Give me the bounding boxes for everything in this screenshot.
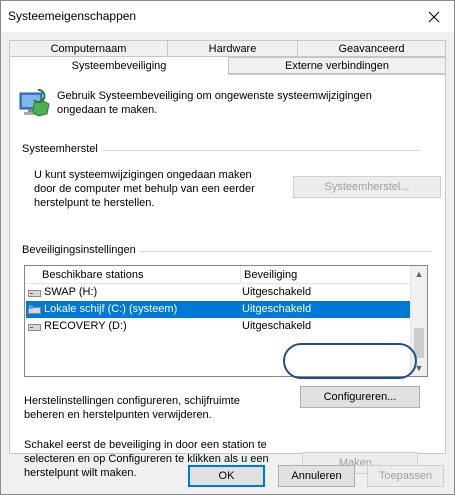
dialog-content: Computernaam Hardware Geavanceerd Extern… <box>1 32 454 494</box>
drive-icon <box>28 324 41 331</box>
configure-highlight-ring <box>283 343 417 379</box>
tab-advanced[interactable]: Geavanceerd <box>297 40 446 57</box>
column-header-drives[interactable]: Beschikbare stations <box>42 269 144 281</box>
scroll-up-icon[interactable]: ▲ <box>411 266 427 282</box>
drive-status: Uitgeschakeld <box>242 303 312 315</box>
cancel-button[interactable]: Annuleren <box>278 465 355 487</box>
column-separator[interactable] <box>240 266 241 284</box>
system-protection-panel: Gebruik Systeembeveiliging om ongewenste… <box>9 74 446 479</box>
tab-hardware[interactable]: Hardware <box>167 40 298 57</box>
tab-system-protection[interactable]: Systeembeveiliging <box>9 56 229 75</box>
drive-name: Lokale schijf (C:) (systeem) <box>44 303 178 315</box>
drive-list-header: Beschikbare stations Beveiliging <box>25 266 412 284</box>
drive-icon <box>28 290 41 297</box>
tab-computer-name[interactable]: Computernaam <box>9 40 168 57</box>
apply-button[interactable]: Toepassen <box>367 465 444 487</box>
ok-button[interactable]: OK <box>188 465 265 487</box>
system-restore-button[interactable]: Systeemherstel... <box>293 176 441 198</box>
window-title: Systeemeigenschappen <box>8 9 137 23</box>
drive-name: RECOVERY (D:) <box>44 320 127 332</box>
drive-name: SWAP (H:) <box>44 286 98 298</box>
drive-status: Uitgeschakeld <box>242 320 312 332</box>
system-restore-description: U kunt systeemwijzigingen ongedaan maken… <box>34 169 255 209</box>
intro-text: Gebruik Systeembeveiliging om ongewenste… <box>57 90 372 116</box>
system-protection-icon <box>16 87 50 121</box>
list-item-selected[interactable]: Lokale schijf (C:) (systeem) Uitgeschake… <box>26 301 411 318</box>
close-button[interactable] <box>414 1 454 32</box>
configure-description: Herstelinstellingen configureren, schijf… <box>24 395 240 421</box>
drive-status: Uitgeschakeld <box>242 286 312 298</box>
title-bar: Systeemeigenschappen <box>1 1 454 32</box>
close-icon <box>428 11 440 22</box>
tab-remote[interactable]: Externe verbindingen <box>228 57 446 74</box>
configure-button[interactable]: Configureren... <box>300 386 420 408</box>
list-item[interactable]: RECOVERY (D:) Uitgeschakeld <box>26 318 411 335</box>
column-header-protection[interactable]: Beveiliging <box>244 269 297 281</box>
system-restore-heading: Systeemherstel <box>22 143 102 155</box>
system-properties-dialog: Systeemeigenschappen Computernaam Hardwa… <box>0 0 455 495</box>
protection-settings-heading: Beveiligingsinstellingen <box>22 244 140 256</box>
list-item[interactable]: SWAP (H:) Uitgeschakeld <box>26 284 411 301</box>
system-drive-icon <box>28 305 41 314</box>
